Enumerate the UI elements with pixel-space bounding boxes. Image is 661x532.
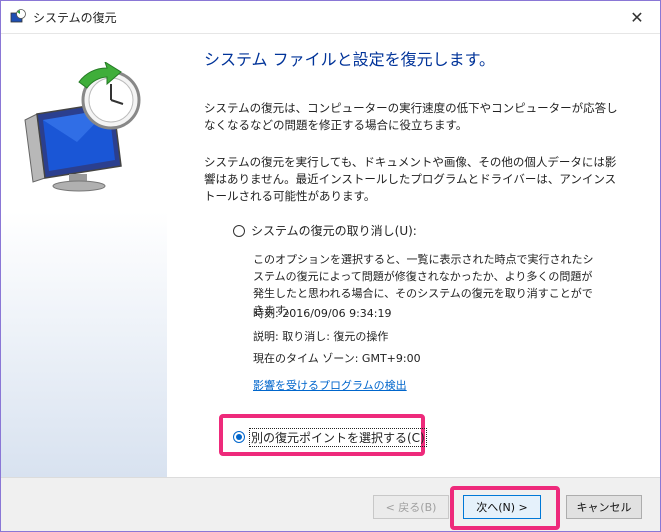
window-title: システムの復元 — [33, 11, 117, 25]
title-bar: システムの復元 ✕ — [1, 1, 660, 34]
system-restore-window: システムの復元 ✕ システム ファイルと設定を復元します。 システムの復元は、コ… — [0, 0, 661, 532]
highlight-box-next — [450, 486, 560, 530]
button-bar: < 戻る(B) 次へ(N) > キャンセル — [1, 477, 660, 531]
scan-affected-programs-link[interactable]: 影響を受けるプログラムの検出 — [253, 377, 407, 393]
cancel-button[interactable]: キャンセル — [566, 495, 642, 519]
main-content: システム ファイルと設定を復元します。 システムの復元は、コンピューターの実行速… — [167, 34, 660, 478]
restore-time: 時刻: 2016/09/06 9:34:19 — [253, 307, 392, 320]
description-paragraph-1: システムの復元は、コンピューターの実行速度の低下やコンピューターが応答しなくなる… — [204, 101, 618, 132]
page-heading: システム ファイルと設定を復元します。 — [204, 50, 496, 69]
restore-explanation: 説明: 取り消し: 復元の操作 — [253, 330, 389, 343]
close-button[interactable]: ✕ — [614, 1, 660, 33]
system-restore-icon — [10, 9, 26, 23]
description-paragraph-2: システムの復元を実行しても、ドキュメントや画像、その他の個人データには影響はあり… — [204, 155, 617, 203]
choose-other-restore-point-label[interactable]: 別の復元ポイントを選択する(C) — [249, 428, 427, 447]
back-button[interactable]: < 戻る(B) — [373, 495, 449, 519]
time-zone: 現在のタイム ゾーン: GMT+9:00 — [253, 352, 421, 365]
computer-restore-illustration — [24, 62, 141, 192]
undo-restore-label[interactable]: システムの復元の取り消し(U): — [251, 222, 417, 239]
close-icon: ✕ — [630, 7, 644, 27]
undo-restore-radio[interactable] — [233, 225, 245, 237]
choose-other-restore-point-radio[interactable] — [233, 431, 245, 443]
left-illustration-panel — [1, 34, 167, 478]
